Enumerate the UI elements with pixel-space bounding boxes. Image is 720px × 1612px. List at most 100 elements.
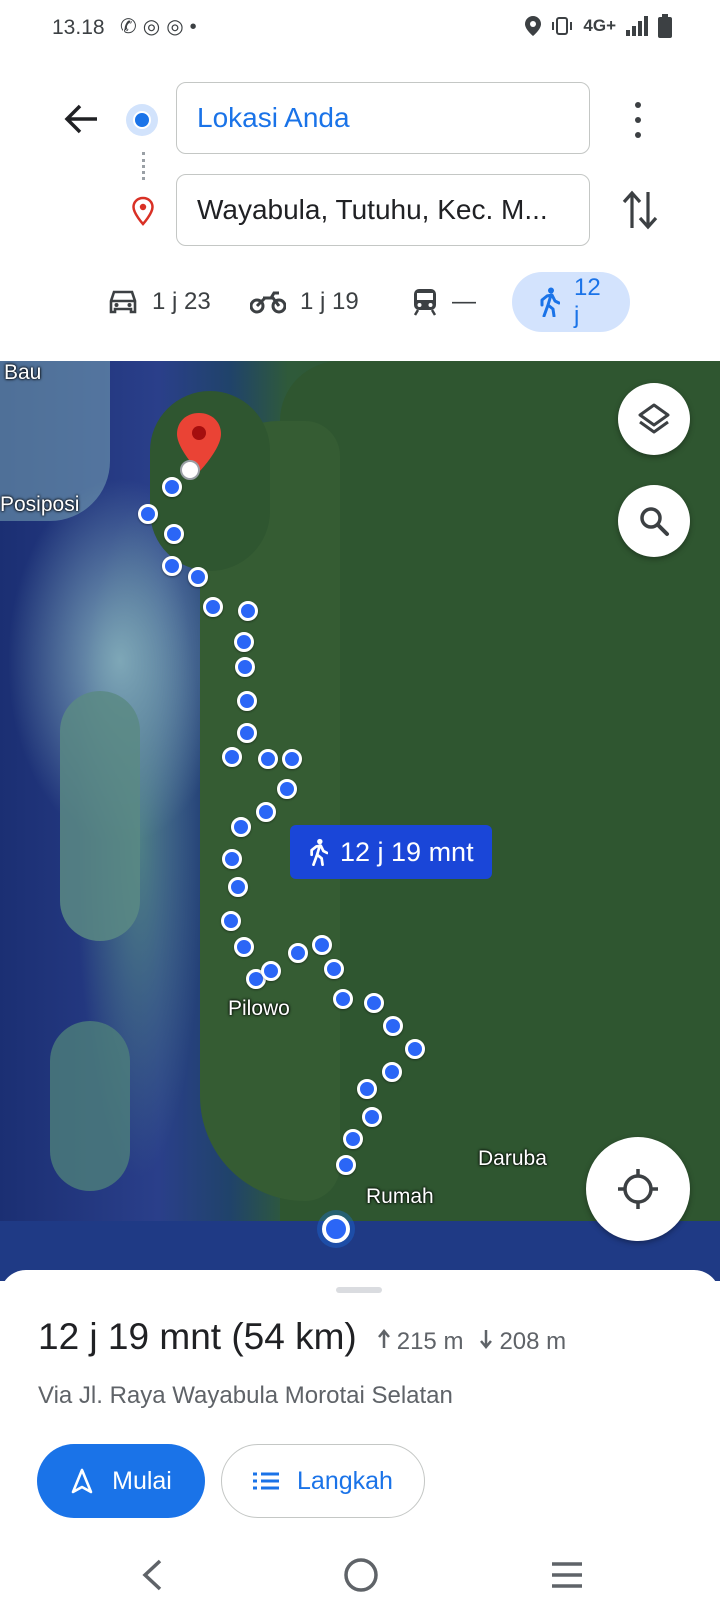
walk-icon (540, 287, 560, 317)
my-location-button[interactable] (586, 1137, 690, 1241)
route-dot (256, 802, 276, 822)
route-dot (235, 657, 255, 677)
route-dot (221, 911, 241, 931)
system-icons: 4G+ (525, 14, 672, 38)
map-label-posiposi: Posiposi (0, 493, 80, 516)
route-dot (382, 1062, 402, 1082)
map-label-bau: Bau (4, 361, 42, 384)
route-summary: 12 j 19 mnt (54 km) 215 m 208 m (38, 1316, 566, 1358)
route-dot (282, 749, 302, 769)
nav-home-icon[interactable] (342, 1556, 380, 1594)
route-dot (222, 849, 242, 869)
list-icon (253, 1472, 280, 1490)
walk-icon (310, 838, 328, 866)
route-dot (288, 943, 308, 963)
layers-icon (638, 403, 670, 434)
vibrate-icon (552, 17, 573, 35)
crosshair-icon (618, 1169, 658, 1209)
car-icon (109, 290, 137, 314)
route-dot (333, 989, 353, 1009)
status-bar: 13.18 ✆◎◎• 4G+ (0, 0, 720, 60)
battery-icon (658, 14, 672, 38)
route-dot (231, 817, 251, 837)
route-dot (364, 993, 384, 1013)
search-button[interactable] (618, 485, 690, 557)
arrow-up-icon (377, 1329, 390, 1348)
tab-transit[interactable]: — (412, 272, 476, 332)
route-dot (383, 1016, 403, 1036)
elevation-gain-value: 215 m (396, 1328, 464, 1355)
origin-input[interactable]: Lokasi Anda (176, 82, 590, 154)
chrome-icon-2: ◎ (166, 16, 190, 38)
chrome-icon: ◎ (142, 16, 167, 38)
route-dot (162, 556, 182, 576)
route-duration: 12 j 19 mnt (54 km) (38, 1316, 357, 1357)
tab-motorcycle-label: 1 j 19 (300, 288, 359, 315)
route-dot (357, 1079, 377, 1099)
notification-icons: ✆◎◎• (120, 14, 203, 39)
signal-icon (626, 16, 648, 36)
whatsapp-icon: ✆ (120, 16, 143, 38)
route-dot (405, 1039, 425, 1059)
route-dot (362, 1107, 382, 1127)
network-type: 4G+ (583, 16, 616, 35)
route-via: Via Jl. Raya Wayabula Morotai Selatan (38, 1382, 453, 1409)
route-dot (228, 877, 248, 897)
route-dot (238, 601, 258, 621)
steps-button[interactable]: Langkah (221, 1444, 425, 1518)
map-label-rumah: Rumah (366, 1185, 434, 1208)
tab-motorcycle[interactable]: 1 j 19 (250, 272, 359, 332)
route-dot (324, 959, 344, 979)
destination-pin-icon (132, 196, 154, 226)
sheet-drag-handle[interactable] (336, 1287, 382, 1293)
nav-recents-icon[interactable] (550, 1560, 584, 1590)
elevation-loss-value: 208 m (499, 1328, 567, 1355)
route-dot (138, 504, 158, 524)
route-dot (277, 779, 297, 799)
route-dot (343, 1129, 363, 1149)
map-view[interactable]: Bau Posiposi Pilowo Daruba Rumah 12 j 19… (0, 361, 720, 1281)
elevation-gain: 215 m 208 m (377, 1328, 566, 1356)
destination-marker-icon[interactable] (174, 411, 224, 481)
route-duration-chip[interactable]: 12 j 19 mnt (290, 825, 492, 879)
tab-car[interactable]: 1 j 23 (108, 272, 211, 332)
arrow-down-icon (480, 1330, 493, 1349)
nav-back-icon[interactable] (140, 1558, 164, 1592)
route-dot (312, 935, 332, 955)
map-label-pilowo: Pilowo (228, 997, 290, 1020)
route-dot (237, 691, 257, 711)
swap-icon[interactable] (620, 188, 660, 232)
route-dot (258, 749, 278, 769)
start-button-label: Mulai (112, 1466, 172, 1495)
more-options-button[interactable] (622, 98, 654, 142)
route-dot (237, 723, 257, 743)
route-dot (336, 1155, 356, 1175)
tab-transit-label: — (452, 288, 476, 315)
navigation-icon (71, 1468, 93, 1494)
start-button[interactable]: Mulai (37, 1444, 205, 1518)
home-marker-icon[interactable] (322, 1215, 350, 1243)
back-button[interactable] (58, 96, 104, 142)
destination-input[interactable]: Wayabula, Tutuhu, Kec. M... (176, 174, 590, 246)
route-dot (234, 937, 254, 957)
route-duration-label: 12 j 19 mnt (340, 836, 474, 867)
system-nav-bar (0, 1540, 720, 1612)
steps-button-label: Langkah (297, 1466, 393, 1495)
status-time: 13.18 (52, 16, 105, 39)
route-dot (234, 632, 254, 652)
origin-marker-icon (126, 104, 158, 136)
arrow-back-icon (64, 104, 97, 134)
search-icon (640, 507, 669, 536)
route-dot (261, 961, 281, 981)
dot-icon: • (189, 16, 203, 38)
tab-car-label: 1 j 23 (152, 288, 211, 315)
tab-walk-label: 12 j (574, 274, 601, 329)
layers-button[interactable] (618, 383, 690, 455)
train-icon (413, 289, 437, 316)
route-dot (203, 597, 223, 617)
route-connector (142, 152, 147, 180)
tab-walk[interactable]: 12 j (512, 272, 630, 332)
route-dot (188, 567, 208, 587)
motorcycle-icon (250, 291, 286, 314)
route-dot (222, 747, 242, 767)
